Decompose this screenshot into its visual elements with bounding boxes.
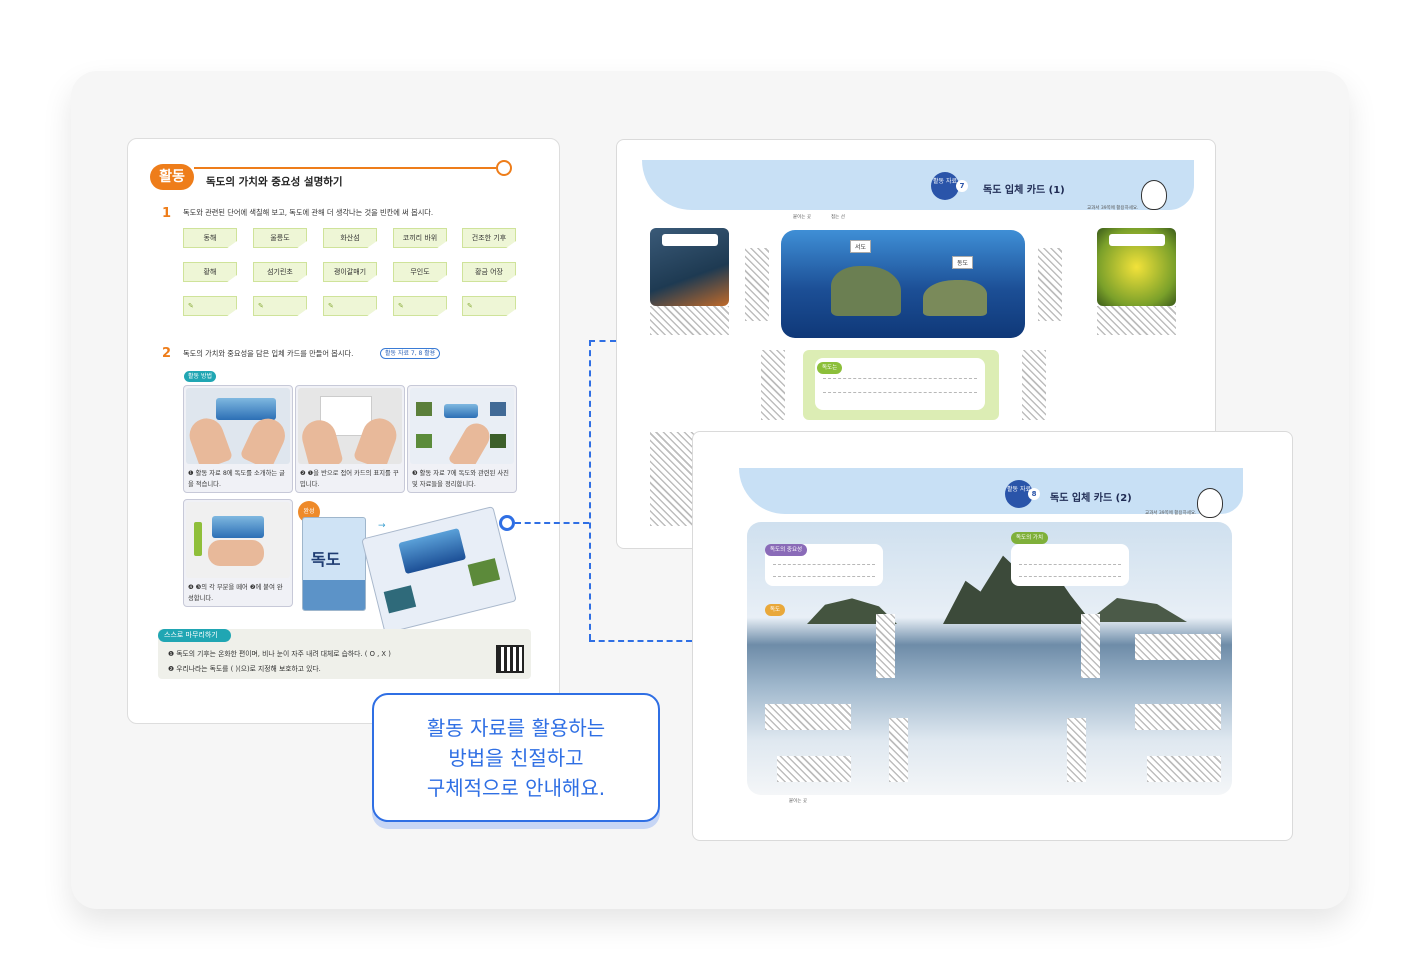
glue-area (777, 756, 851, 782)
glue-area (1081, 614, 1100, 678)
material-pill: 활동 자료 7, 8 활용 (380, 348, 441, 359)
cover-title: 독도 (311, 550, 341, 569)
step-card-1: ❶ 활동 자료 8에 독도를 소개하는 글을 적습니다. (183, 385, 293, 493)
label-tag-left: 독도의 중요성 (765, 544, 808, 556)
question-text-1: 독도와 관련된 단어에 색칠해 보고, 독도에 관해 더 생각나는 것을 빈칸에… (183, 208, 434, 217)
step-caption: ❸ 활동 자료 7에 독도와 관련된 사진 및 자료들을 정리합니다. (412, 470, 509, 488)
write-card: 독도는 (803, 350, 999, 420)
arrow-icon: → (378, 521, 386, 531)
empty-word-card[interactable]: ✎ (323, 296, 377, 316)
sky-banner (739, 468, 1243, 514)
step-photo (186, 388, 290, 464)
glue-area (1135, 634, 1221, 660)
material-number: 7 (956, 180, 968, 192)
step-card-4: ❹ ❸의 각 부분을 떼어 ❷에 붙여 완성합니다. (183, 499, 293, 607)
label-tag-lighthouse: 독도 (765, 604, 786, 616)
callout-line-3: 구체적으로 안내해요. (426, 776, 606, 800)
word-card[interactable]: 코끼리 바위 (393, 228, 447, 248)
glue-area (765, 704, 851, 730)
card-cover: 독도 (302, 517, 366, 611)
material-page-8: 활동 자료 8 독도 입체 카드 (2) 교과서 39쪽에 활용하세요. 독도의… (692, 431, 1293, 841)
glue-area (1135, 704, 1221, 730)
callout-box: 활동 자료를 활용하는 방법을 친절하고 구체적으로 안내해요. (372, 693, 660, 822)
callout-line-2: 방법을 친절하고 (448, 746, 584, 770)
word-card[interactable]: 황해 (183, 262, 237, 282)
empty-word-card[interactable]: ✎ (183, 296, 237, 316)
word-card[interactable]: 괭이갈매기 (323, 262, 377, 282)
step-caption: ❹ ❸의 각 부분을 떼어 ❷에 붙여 완성합니다. (188, 584, 283, 602)
glue-area (1097, 306, 1176, 335)
glue-area (1022, 350, 1046, 420)
glue-area (650, 432, 694, 526)
question-number-2: 2 (162, 346, 172, 361)
empty-word-card[interactable]: ✎ (393, 296, 447, 316)
photo-card-flower (1097, 228, 1176, 306)
connector-line (589, 640, 692, 642)
write-area-right[interactable] (1011, 544, 1129, 586)
glue-area (889, 718, 908, 782)
glue-area (1038, 248, 1062, 321)
label-tag-right: 독도의 가치 (1011, 532, 1049, 544)
glue-area (650, 306, 729, 335)
sky-banner (642, 160, 1194, 210)
step-caption: ❶ 활동 자료 8에 독도를 소개하는 글을 적습니다. (188, 470, 285, 488)
flag-label: 동도 (952, 256, 974, 269)
word-card[interactable]: 건조한 기후 (462, 228, 516, 248)
step-photo (410, 388, 514, 464)
connector-dot (499, 515, 515, 531)
word-card[interactable]: 동해 (183, 228, 237, 248)
word-card[interactable]: 울릉도 (253, 228, 307, 248)
legend-cut: 접는 선 (831, 215, 845, 220)
summary-line-2: ❷ 우리나라는 독도를 ( )(으)로 지정해 보호하고 있다. (168, 665, 321, 673)
title-icon (496, 160, 512, 176)
material-title: 독도 입체 카드 (1) (983, 185, 1065, 196)
flag-label: 서도 (850, 240, 872, 253)
empty-word-card[interactable]: ✎ (462, 296, 516, 316)
word-card[interactable]: 섬기린초 (253, 262, 307, 282)
title-underline (194, 167, 496, 169)
glue-area (745, 248, 769, 321)
connector-line (589, 340, 591, 640)
material-title: 독도 입체 카드 (2) (1050, 493, 1132, 504)
page-note: 교과서 39쪽에 활용하세요. (1087, 206, 1139, 211)
page-title: 독도의 가치와 중요성 설명하기 (206, 176, 343, 188)
word-card[interactable]: 황금 어장 (462, 262, 516, 282)
word-card[interactable]: 무인도 (393, 262, 447, 282)
activity-badge: 활동 (150, 164, 194, 190)
legend-fold: 붙이는 곳 (793, 215, 811, 220)
material-number: 8 (1028, 488, 1040, 500)
callout-line-1: 활동 자료를 활용하는 (426, 716, 606, 740)
textbook-page: 활동 독도의 가치와 중요성 설명하기 1 독도와 관련된 단어에 색칠해 보고… (127, 138, 560, 724)
glue-area (1067, 718, 1086, 782)
photo-card-bird (650, 228, 729, 306)
word-card[interactable]: 화산섬 (323, 228, 377, 248)
mascot-icon (1141, 180, 1167, 210)
mascot-icon (1197, 488, 1223, 518)
glue-area (1147, 756, 1221, 782)
glue-area (876, 614, 895, 678)
summary-tag: 스스로 마무리하기 (158, 629, 231, 642)
material-badge: 활동 자료 (931, 172, 959, 200)
question-number-1: 1 (162, 206, 172, 221)
step-card-2: ❷ ❶을 반으로 접어 카드의 표지를 꾸밉니다. (295, 385, 405, 493)
page-note: 교과서 39쪽에 활용하세요. (1145, 511, 1197, 516)
connector-line (589, 340, 616, 342)
legend-fold: 붙이는 곳 (789, 799, 807, 804)
step-caption: ❷ ❶을 반으로 접어 카드의 표지를 꾸밉니다. (300, 470, 399, 488)
step-photo (298, 388, 402, 464)
step-card-3: ❸ 활동 자료 7에 독도와 관련된 사진 및 자료들을 정리합니다. (407, 385, 517, 493)
glue-area (761, 350, 785, 420)
dokdo-photo (781, 230, 1025, 338)
question-text-2: 독도의 가치와 중요성을 담은 입체 카드를 만들어 봅시다. (183, 349, 354, 358)
method-tag: 활동 방법 (184, 371, 216, 382)
empty-word-card[interactable]: ✎ (253, 296, 307, 316)
write-label: 독도는 (817, 362, 843, 374)
summary-line-1: ❶ 독도의 기후는 온화한 편이며, 비나 눈이 자주 내려 대체로 습하다. … (168, 650, 391, 658)
write-area[interactable]: 독도는 (815, 358, 985, 410)
connector-line (515, 522, 589, 524)
step-photo (186, 502, 290, 578)
qr-code-icon[interactable] (496, 645, 524, 673)
